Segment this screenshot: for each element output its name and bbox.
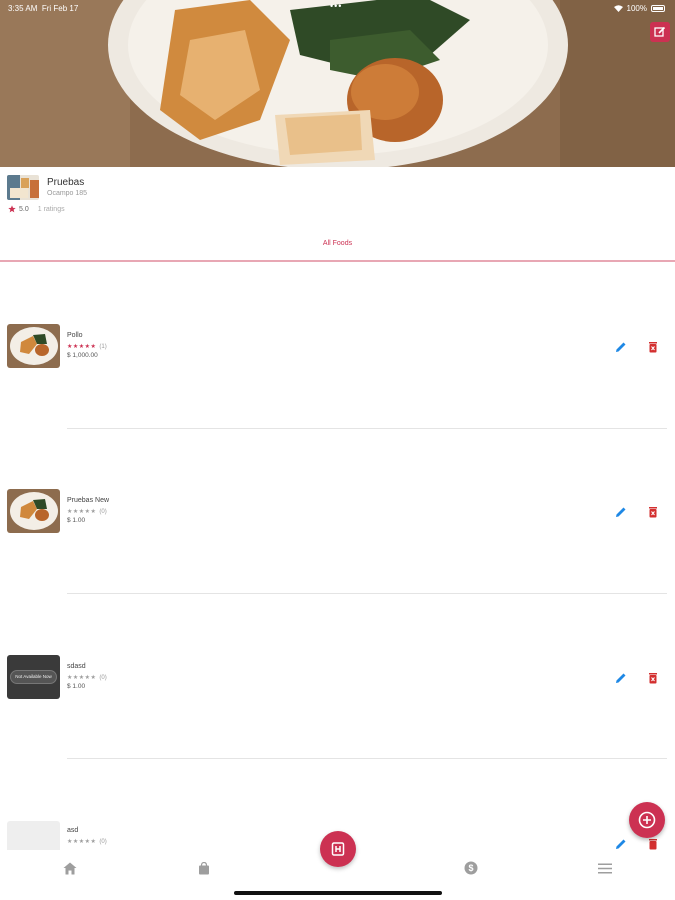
- food-price: $ 1,000.00: [67, 352, 98, 359]
- stars-icon: ★★★★★: [67, 839, 97, 845]
- add-circle-icon: [638, 811, 656, 829]
- home-indicator[interactable]: [234, 891, 442, 895]
- pencil-icon: [616, 342, 626, 352]
- svg-text:$: $: [468, 863, 473, 873]
- multitask-dots[interactable]: •••: [330, 1, 342, 11]
- tab-indicator: [0, 260, 675, 262]
- food-name: Pollo: [67, 332, 83, 339]
- food-thumbnail-unavailable: Not Available Now: [7, 655, 60, 699]
- rating-count: 1 ratings: [37, 205, 65, 213]
- food-rating: ★★★★★ (0): [67, 674, 107, 681]
- stars-icon: ★★★★★: [67, 509, 97, 515]
- trash-icon: [649, 342, 657, 353]
- restaurant-rating: 5.0 1 ratings: [8, 205, 65, 213]
- food-name: sdasd: [67, 663, 86, 670]
- delete-food-button[interactable]: [646, 340, 660, 354]
- delete-food-button[interactable]: [646, 671, 660, 685]
- hero-food-image: [0, 0, 675, 167]
- nav-home[interactable]: [62, 860, 78, 876]
- battery-percent: 100%: [626, 4, 647, 13]
- food-name: asd: [67, 827, 79, 834]
- trash-icon: [649, 673, 657, 684]
- stars-icon: ★★★★★: [67, 675, 97, 681]
- food-rating: ★★★★★ (0): [67, 838, 107, 845]
- add-food-button[interactable]: [629, 802, 665, 838]
- food-price: $ 1.00: [67, 683, 86, 690]
- food-rating-count: (0): [99, 839, 107, 845]
- food-item[interactable]: Pollo ★★★★★ (1) $ 1,000.00: [0, 324, 675, 384]
- menu-icon: [598, 863, 612, 873]
- food-item[interactable]: Pruebas New ★★★★★ (0) $ 1.00: [0, 489, 675, 549]
- nav-restaurant-menu[interactable]: [320, 831, 356, 867]
- battery-icon: [651, 5, 665, 12]
- home-icon: [63, 862, 77, 874]
- pencil-icon: [616, 673, 626, 683]
- wifi-icon: [613, 5, 623, 12]
- nav-more[interactable]: [597, 860, 613, 876]
- food-thumbnail-empty: [7, 821, 60, 850]
- list-divider: [67, 593, 667, 594]
- food-rating-count: (0): [99, 509, 107, 515]
- food-rating-count: (1): [99, 344, 107, 350]
- delete-food-button[interactable]: [646, 837, 660, 850]
- edit-restaurant-button[interactable]: [650, 22, 670, 42]
- star-icon: [8, 205, 16, 213]
- dollar-icon: $: [464, 861, 478, 875]
- restaurant-logo: [7, 175, 39, 200]
- nav-orders[interactable]: [196, 860, 212, 876]
- trash-icon: [649, 507, 657, 518]
- restaurant-info: Pruebas Ocampo 185 5.0 1 ratings: [0, 167, 675, 223]
- rating-value: 5.0: [19, 205, 29, 213]
- food-rating: ★★★★★ (0): [67, 508, 107, 515]
- list-divider: [67, 758, 667, 759]
- food-price: $ 1.00: [67, 517, 86, 524]
- status-bar: 3:35 AM Fri Feb 17 ••• 100%: [0, 0, 675, 16]
- status-indicators: 100%: [613, 4, 665, 13]
- edit-food-button[interactable]: [614, 837, 628, 850]
- restaurant-address: Ocampo 185: [47, 190, 88, 197]
- tab-label: All Foods: [322, 240, 353, 247]
- stars-icon: ★★★★★: [67, 344, 97, 350]
- pencil-icon: [616, 507, 626, 517]
- pencil-icon: [616, 839, 626, 849]
- edit-food-button[interactable]: [614, 505, 628, 519]
- delete-food-button[interactable]: [646, 505, 660, 519]
- not-available-label: Not Available Now: [10, 670, 57, 684]
- food-rating-count: (0): [99, 675, 107, 681]
- food-rating: ★★★★★ (1): [67, 343, 107, 350]
- status-time: 3:35 AM Fri Feb 17: [8, 4, 79, 13]
- food-item[interactable]: Not Available Now sdasd ★★★★★ (0) $ 1.00: [0, 655, 675, 715]
- food-name: Pruebas New: [67, 497, 110, 504]
- edit-food-button[interactable]: [614, 671, 628, 685]
- edit-square-icon: [654, 26, 666, 37]
- nav-payments[interactable]: $: [463, 860, 479, 876]
- tab-all-foods[interactable]: All Foods: [0, 236, 675, 262]
- food-thumbnail: [7, 489, 60, 533]
- list-divider: [67, 428, 667, 429]
- restaurant-name: Pruebas: [47, 177, 85, 188]
- edit-food-button[interactable]: [614, 340, 628, 354]
- trash-icon: [649, 839, 657, 850]
- food-thumbnail: [7, 324, 60, 368]
- orders-bag-icon: [199, 861, 209, 874]
- restaurant-menu-icon: [331, 842, 345, 856]
- hero-banner: 3:35 AM Fri Feb 17 ••• 100%: [0, 0, 675, 167]
